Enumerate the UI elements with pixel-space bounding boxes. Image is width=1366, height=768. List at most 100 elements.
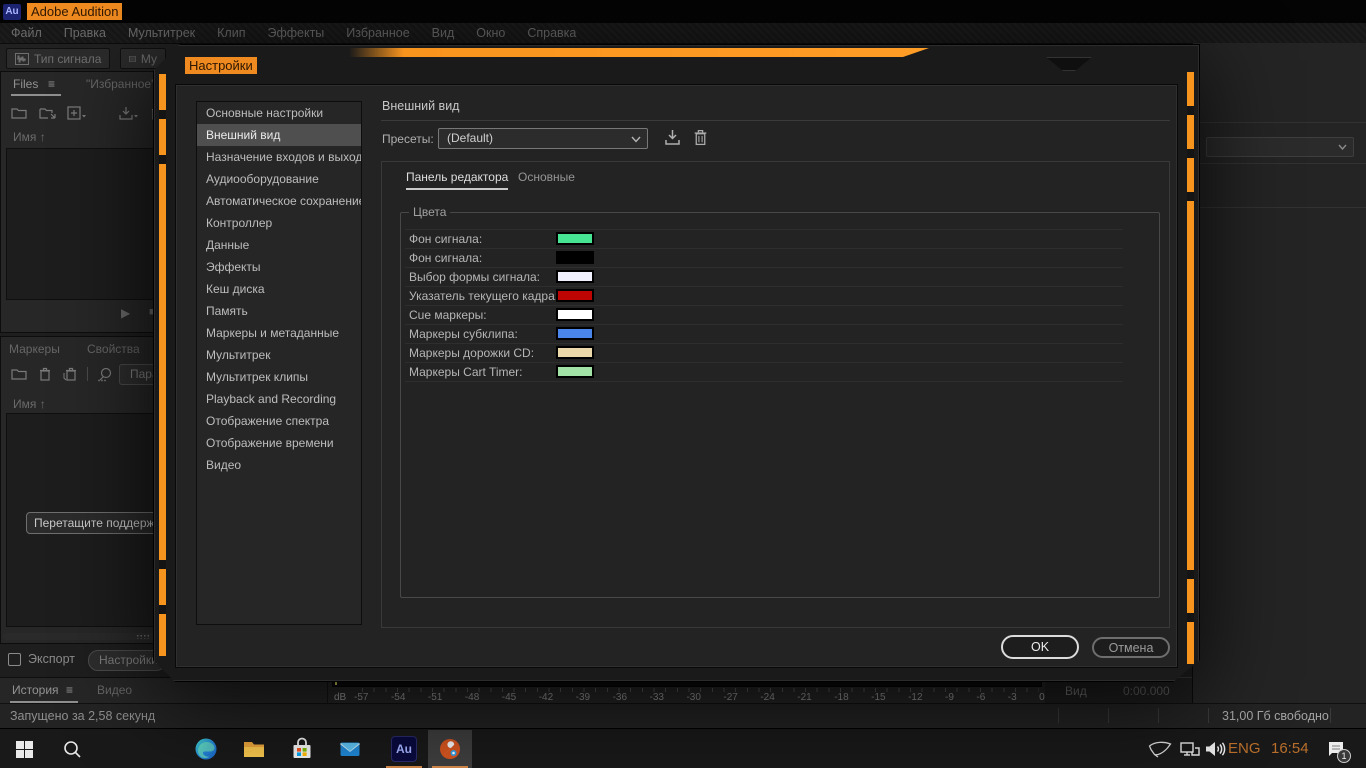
preferences-category[interactable]: Маркеры и метаданные — [197, 322, 361, 344]
active-app-highlight[interactable] — [428, 730, 472, 768]
markers-sort-ascending-icon: ↑ — [40, 397, 46, 411]
tray-rog-utility[interactable] — [1144, 733, 1176, 765]
menu-item[interactable]: Окно — [465, 26, 516, 40]
ok-button[interactable]: OK — [1001, 635, 1079, 659]
tab-files[interactable]: Files — [13, 77, 38, 91]
markers-folder-icon[interactable] — [11, 367, 28, 381]
preferences-category[interactable]: Назначение входов и выходов — [197, 146, 361, 168]
menu-item[interactable]: Мультитрек — [117, 26, 206, 40]
open-folder-icon[interactable] — [11, 106, 28, 120]
taskbar-mail[interactable] — [334, 733, 366, 765]
scrollbar-grip[interactable] — [136, 634, 151, 639]
preset-dropdown[interactable]: (Default) — [438, 128, 648, 149]
preferences-category[interactable]: Аудиооборудование — [197, 168, 361, 190]
statusbar-divider — [1058, 708, 1059, 723]
preferences-category[interactable]: Видео — [197, 454, 361, 476]
menu-item[interactable]: Вид — [421, 26, 466, 40]
meter-scale-label: -42 — [539, 692, 553, 703]
markers-name-column[interactable]: Имя ↑ — [13, 397, 46, 411]
preferences-category[interactable]: Автоматическое сохранение — [197, 190, 361, 212]
taskbar-audition[interactable]: Au — [388, 733, 420, 765]
meter-scale-label: -6 — [976, 692, 985, 703]
tab-markers[interactable]: Маркеры — [9, 342, 60, 356]
markers-delete-icon[interactable] — [39, 367, 51, 381]
color-swatch[interactable] — [556, 251, 594, 264]
save-preset-icon[interactable] — [664, 129, 681, 146]
new-item-icon[interactable] — [67, 106, 87, 120]
dock-combobox[interactable] — [1206, 137, 1354, 157]
files-name-column[interactable]: Имя ↑ — [13, 130, 46, 144]
preferences-category[interactable]: Контроллер — [197, 212, 361, 234]
dialog-accent-stripe-top — [349, 48, 929, 57]
history-menu-icon[interactable]: ≡ — [66, 683, 73, 697]
color-swatch[interactable] — [556, 232, 594, 245]
preferences-category[interactable]: Эффекты — [197, 256, 361, 278]
menu-item[interactable]: Эффекты — [256, 26, 335, 40]
cancel-button[interactable]: Отмена — [1092, 637, 1170, 658]
tab-video[interactable]: Видео — [97, 683, 132, 697]
tray-clock[interactable]: 16:54 — [1271, 740, 1309, 757]
files-panel-menu-icon[interactable]: ≡ — [48, 77, 55, 91]
modal-layer: Настройки Основные настройкиВнешний видН… — [0, 0, 1366, 768]
color-setting-label: Указатель текущего кадра: — [409, 287, 558, 306]
preferences-category[interactable]: Отображение спектра — [197, 410, 361, 432]
microsoft-store-icon — [290, 737, 314, 761]
taskbar-file-explorer[interactable] — [238, 733, 270, 765]
section-title: Внешний вид — [382, 99, 459, 113]
color-swatch[interactable] — [556, 270, 594, 283]
color-swatch[interactable] — [556, 365, 594, 378]
tab-editor-panel[interactable]: Панель редактора — [406, 170, 508, 190]
statusbar-divider — [1208, 708, 1209, 723]
tray-language[interactable]: ENG — [1228, 740, 1261, 757]
preset-value: (Default) — [447, 131, 493, 145]
menu-item[interactable]: Клип — [206, 26, 256, 40]
preferences-category[interactable]: Кеш диска — [197, 278, 361, 300]
app-title: Adobe Audition — [27, 3, 122, 20]
export-checkbox[interactable] — [8, 653, 21, 666]
color-swatch[interactable] — [556, 346, 594, 359]
preferences-category-list[interactable]: Основные настройкиВнешний видНазначение … — [196, 101, 362, 625]
preferences-category[interactable]: Отображение времени — [197, 432, 361, 454]
meter-scale-label: -21 — [797, 692, 811, 703]
taskbar-ms-store[interactable] — [286, 733, 318, 765]
section-divider — [381, 120, 1170, 121]
preferences-category[interactable]: Внешний вид — [197, 124, 361, 146]
menu-item[interactable]: Файл — [0, 26, 53, 40]
import-file-icon[interactable] — [39, 106, 57, 120]
waveform-editor-button[interactable]: Тип сигнала — [6, 48, 110, 69]
play-button[interactable]: ▶ — [121, 306, 130, 320]
color-swatch[interactable] — [556, 308, 594, 321]
color-swatch[interactable] — [556, 327, 594, 340]
delete-preset-icon[interactable] — [692, 129, 709, 146]
taskbar-edge[interactable] — [190, 733, 222, 765]
tab-favorites[interactable]: "Избранное" — [86, 77, 155, 91]
color-setting-row: Фон сигнала: — [405, 230, 1123, 249]
taskbar-search-button[interactable] — [56, 733, 88, 765]
markers-hscrollbar[interactable] — [3, 633, 161, 640]
files-panel: Files ≡ "Избранное" Имя ↑ ▶ ■ — [0, 71, 164, 333]
preferences-category[interactable]: Данные — [197, 234, 361, 256]
tray-volume[interactable] — [1199, 733, 1231, 765]
files-list-empty[interactable] — [6, 148, 158, 300]
preferences-category[interactable]: Playback and Recording — [197, 388, 361, 410]
menu-item[interactable]: Справка — [516, 26, 587, 40]
color-swatch[interactable] — [556, 289, 594, 302]
menu-item[interactable]: Правка — [53, 26, 117, 40]
chevron-down-icon — [631, 136, 641, 143]
preferences-category[interactable]: Мультитрек — [197, 344, 361, 366]
tab-properties[interactable]: Свойства — [87, 342, 140, 356]
rog-logo-icon — [1148, 740, 1172, 758]
preferences-category[interactable]: Память — [197, 300, 361, 322]
preferences-category[interactable]: Основные настройки — [197, 102, 361, 124]
preferences-category[interactable]: Мультитрек клипы — [197, 366, 361, 388]
tab-general[interactable]: Основные — [518, 170, 575, 184]
markers-merge-icon[interactable] — [63, 367, 78, 381]
windows-logo-icon — [16, 741, 33, 758]
tab-history[interactable]: История — [12, 683, 59, 697]
save-file-icon[interactable] — [119, 106, 139, 120]
markers-search-icon[interactable] — [97, 367, 113, 382]
menu-item[interactable]: Избранное — [335, 26, 420, 40]
dialog-body: Основные настройкиВнешний видНазначение … — [175, 84, 1178, 668]
start-button[interactable] — [8, 733, 40, 765]
dock-divider — [1193, 122, 1366, 123]
